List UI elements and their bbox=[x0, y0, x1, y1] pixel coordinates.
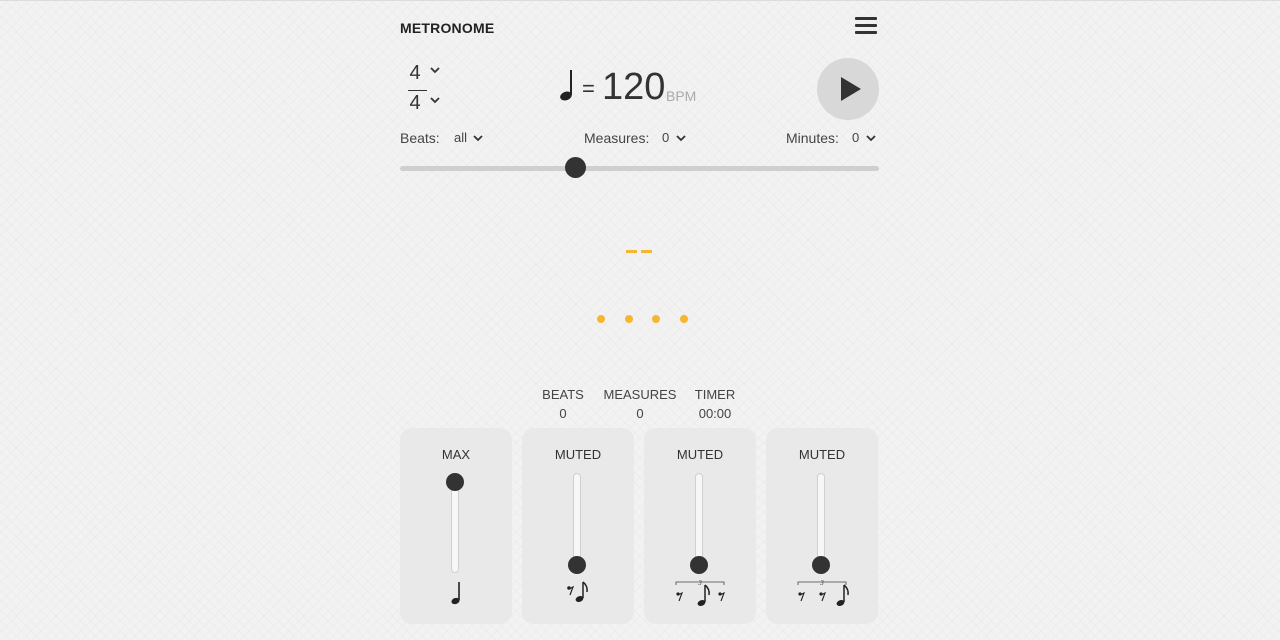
subdivision-volume-label: MUTED bbox=[554, 447, 602, 462]
measures-option: Measures: 0 bbox=[584, 130, 686, 146]
subdivision-card: MUTED bbox=[522, 428, 634, 624]
quarter-note-icon bbox=[451, 582, 460, 605]
time-signature-denominator[interactable]: 4 bbox=[408, 92, 422, 115]
stat-timer-label: TIMER bbox=[694, 387, 736, 402]
measures-label: Measures: bbox=[584, 130, 650, 146]
chevron-down-icon bbox=[866, 135, 876, 142]
subdivision-card: MAX bbox=[400, 428, 512, 624]
subdivision-volume-label: MUTED bbox=[676, 447, 724, 462]
minutes-option: Minutes: 0 bbox=[786, 130, 876, 146]
beats-select[interactable]: all bbox=[454, 130, 483, 145]
numerator-chevron-down-icon[interactable] bbox=[430, 65, 440, 77]
tempo-bpm-unit: BPM bbox=[666, 88, 697, 104]
measures-select[interactable]: 0 bbox=[662, 130, 686, 145]
chevron-down-icon bbox=[473, 135, 483, 142]
subdivision-volume-label: MUTED bbox=[798, 447, 846, 462]
play-icon bbox=[841, 77, 861, 101]
stat-timer-value: 00:00 bbox=[698, 406, 732, 421]
time-signature-numerator[interactable]: 4 bbox=[408, 62, 422, 85]
beats-label: Beats: bbox=[400, 130, 440, 146]
svg-text:3: 3 bbox=[697, 579, 702, 587]
beat-dot bbox=[597, 315, 605, 323]
beat-indicator-bar bbox=[626, 250, 637, 253]
stat-measures-label: MEASURES bbox=[603, 387, 677, 402]
denominator-chevron-down-icon[interactable] bbox=[430, 95, 440, 107]
beat-indicator-bar bbox=[641, 250, 652, 253]
subdivision-volume-thumb[interactable] bbox=[812, 556, 830, 574]
beats-option: Beats: all bbox=[400, 130, 483, 146]
triplet-rest-rest-note-icon: 3 bbox=[797, 579, 849, 606]
time-signature-divider bbox=[408, 90, 427, 91]
minutes-select[interactable]: 0 bbox=[852, 130, 876, 145]
subdivision-volume-label: MAX bbox=[441, 447, 471, 462]
subdivision-volume-thumb[interactable] bbox=[568, 556, 586, 574]
time-signature: 4 4 bbox=[408, 60, 448, 120]
stat-measures: MEASURES 0 bbox=[600, 387, 680, 421]
tempo-equals: = bbox=[582, 76, 595, 101]
tempo-slider[interactable] bbox=[400, 157, 879, 178]
chevron-down-icon bbox=[676, 135, 686, 142]
quarter-note-icon bbox=[560, 68, 576, 108]
stat-beats: BEATS 0 bbox=[538, 387, 588, 421]
stat-measures-value: 0 bbox=[636, 406, 644, 421]
tempo-bpm-value[interactable]: 120 bbox=[602, 66, 665, 109]
beat-dot bbox=[680, 315, 688, 323]
beat-dot bbox=[625, 315, 633, 323]
stat-timer: TIMER 00:00 bbox=[690, 387, 740, 421]
subdivision-card: MUTED 3 bbox=[766, 428, 878, 624]
subdivision-card: MUTED 3 bbox=[644, 428, 756, 624]
beat-dot bbox=[652, 315, 660, 323]
metronome-app: METRONOME 4 4 = 120 BPM Beats: all Measu… bbox=[400, 0, 879, 640]
tempo-slider-thumb[interactable] bbox=[565, 157, 586, 178]
subdivision-volume-thumb[interactable] bbox=[446, 473, 464, 491]
eighth-rest-eighth-note-icon bbox=[567, 581, 588, 602]
minutes-label: Minutes: bbox=[786, 130, 839, 146]
stat-beats-label: BEATS bbox=[542, 387, 584, 402]
app-title: METRONOME bbox=[400, 20, 495, 36]
svg-text:3: 3 bbox=[819, 579, 824, 587]
play-button[interactable] bbox=[817, 58, 879, 120]
hamburger-menu-icon[interactable] bbox=[855, 17, 877, 35]
subdivision-volume-thumb[interactable] bbox=[690, 556, 708, 574]
triplet-rest-note-rest-icon: 3 bbox=[675, 579, 726, 606]
stat-beats-value: 0 bbox=[559, 406, 567, 421]
